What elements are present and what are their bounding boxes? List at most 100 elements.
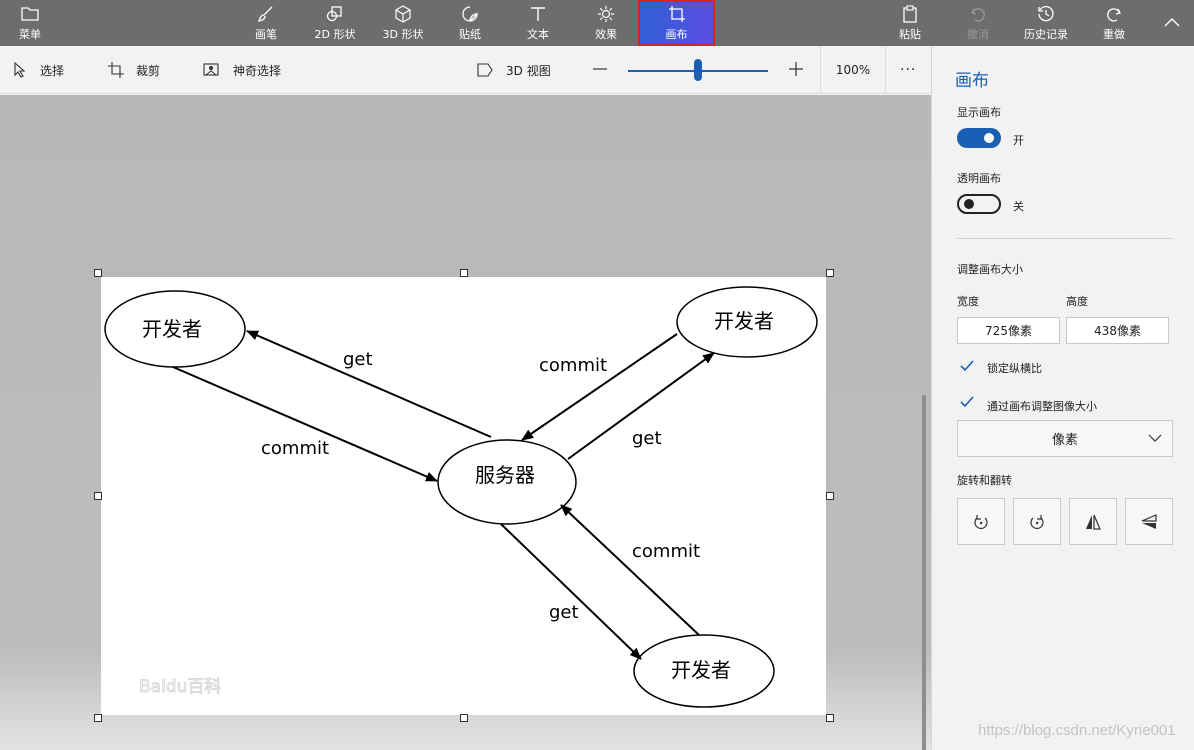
tool-sticker-label: 贴纸 — [459, 28, 481, 41]
rotate-right-icon — [1030, 514, 1044, 529]
arrow-server-to-dev-bottom — [500, 523, 642, 660]
arrow-dev-bottom-to-server — [560, 504, 700, 636]
undo-label: 撤消 — [967, 28, 989, 41]
history-label: 历史记录 — [1024, 28, 1068, 41]
arrow-server-to-dev-top-left — [246, 330, 492, 438]
resize-handle-right[interactable] — [826, 492, 834, 500]
resize-handle-bottom-right[interactable] — [826, 714, 834, 722]
cursor-icon — [12, 62, 28, 78]
unit-value: 像素 — [1051, 433, 1078, 448]
resize-handle-top-right[interactable] — [826, 269, 834, 277]
crop-label: 裁剪 — [136, 63, 161, 78]
transparent-canvas-state: 关 — [1013, 200, 1024, 213]
zoom-in-button[interactable] — [788, 46, 804, 94]
history-button[interactable]: 历史记录 — [1018, 0, 1074, 46]
undo-button[interactable]: 撤消 — [960, 0, 996, 46]
menu-label: 菜单 — [19, 28, 41, 41]
flip-horizontal-button[interactable] — [1125, 498, 1173, 545]
tool-3d-shapes-label: 3D 形状 — [382, 28, 424, 41]
tool-2d-shapes-button[interactable]: 2D 形状 — [308, 0, 362, 46]
tool-brush-button[interactable]: 画笔 — [243, 0, 289, 46]
tool-3d-shapes-button[interactable]: 3D 形状 — [376, 0, 430, 46]
lock-ratio-label: 锁定纵横比 — [987, 362, 1042, 375]
edge-label-commit: commit — [539, 355, 607, 376]
view-3d-icon — [476, 62, 494, 78]
tool-sticker-button[interactable]: 贴纸 — [448, 0, 492, 46]
arrow-dev-top-right-to-server — [521, 333, 678, 441]
vertical-scrollbar[interactable] — [922, 395, 926, 750]
canvas-panel: 画布 显示画布 开 透明画布 关 调整画布大小 宽度 高度 725像素 438像… — [931, 46, 1194, 750]
resize-handle-left[interactable] — [94, 492, 102, 500]
folder-icon — [21, 4, 39, 24]
sticker-icon — [461, 4, 479, 24]
show-canvas-state: 开 — [1013, 134, 1024, 147]
top-toolbar: 菜单 画笔 2D 形状 3D 形状 贴纸 文本 效果 画布 粘贴 撤消 历史记录… — [0, 0, 1194, 46]
unit-dropdown[interactable]: 像素 — [957, 420, 1173, 457]
git-diagram: 开发者 开发者 服务器 开发者 get commit commit get co… — [104, 286, 818, 708]
zoom-slider-thumb[interactable] — [694, 59, 702, 81]
rotate-left-icon — [974, 514, 988, 529]
magic-select-button[interactable]: 神奇选择 — [203, 46, 281, 94]
transparent-canvas-toggle[interactable] — [957, 194, 1001, 214]
paste-label: 粘贴 — [899, 28, 921, 41]
flip-vertical-button[interactable] — [1069, 498, 1117, 545]
tool-brush-label: 画笔 — [255, 28, 277, 41]
toggle-knob — [964, 199, 974, 209]
redo-button[interactable]: 重做 — [1096, 0, 1132, 46]
tool-effects-button[interactable]: 效果 — [584, 0, 628, 46]
more-options-button[interactable]: ··· — [900, 46, 916, 94]
show-canvas-toggle[interactable] — [957, 128, 1001, 148]
resize-handle-bottom[interactable] — [460, 714, 468, 722]
height-input[interactable]: 438像素 — [1066, 317, 1169, 344]
tool-text-button[interactable]: 文本 — [516, 0, 560, 46]
sub-toolbar: 选择 裁剪 神奇选择 3D 视图 100% ··· — [0, 46, 931, 94]
node-developer-top-right: 开发者 — [676, 286, 818, 358]
tool-canvas-label: 画布 — [665, 28, 688, 41]
cube-3d-icon — [394, 4, 412, 24]
node-label: 服务器 — [475, 463, 535, 487]
checkmark-icon — [960, 360, 974, 372]
show-canvas-label: 显示画布 — [957, 106, 1001, 119]
crop-button[interactable]: 裁剪 — [108, 46, 160, 94]
shapes-2d-icon — [326, 4, 344, 24]
edge-label-get: get — [632, 428, 662, 449]
baidu-watermark: Baidu百科 — [139, 677, 221, 697]
lock-ratio-checkbox[interactable] — [957, 356, 977, 376]
node-label: 开发者 — [671, 658, 731, 682]
view-3d-button[interactable]: 3D 视图 — [476, 46, 551, 94]
zoom-out-button[interactable] — [592, 46, 608, 94]
height-label: 高度 — [1066, 295, 1088, 308]
redo-icon — [1105, 4, 1123, 24]
zoom-percent[interactable]: 100% — [820, 46, 886, 94]
width-label: 宽度 — [957, 295, 979, 308]
paste-button[interactable]: 粘贴 — [892, 0, 928, 46]
flip-vertical-icon — [1086, 514, 1101, 530]
resize-handle-top[interactable] — [460, 269, 468, 277]
menu-button[interactable]: 菜单 — [8, 0, 52, 46]
node-developer-bottom: 开发者 — [633, 634, 775, 708]
tool-canvas-button[interactable]: 画布 — [638, 0, 715, 46]
transparent-canvas-label: 透明画布 — [957, 172, 1001, 185]
node-label: 开发者 — [714, 309, 774, 333]
effects-sun-icon — [597, 4, 615, 24]
csdn-watermark: https://blog.csdn.net/Kyrie001 — [978, 722, 1176, 739]
resize-image-checkbox[interactable] — [957, 392, 977, 412]
toggle-knob — [984, 133, 994, 143]
canvas-crop-icon — [668, 4, 686, 24]
rotate-left-button[interactable] — [957, 498, 1005, 545]
width-input[interactable]: 725像素 — [957, 317, 1060, 344]
resize-canvas-label: 调整画布大小 — [957, 263, 1023, 276]
resize-handle-bottom-left[interactable] — [94, 714, 102, 722]
rotate-right-button[interactable] — [1013, 498, 1061, 545]
chevron-down-icon — [1148, 434, 1162, 442]
edge-label-commit: commit — [261, 438, 329, 459]
magic-select-label: 神奇选择 — [233, 63, 282, 78]
select-button[interactable]: 选择 — [12, 46, 64, 94]
tool-2d-shapes-label: 2D 形状 — [314, 28, 356, 41]
crop-icon — [108, 62, 124, 78]
drawing-canvas[interactable]: 开发者 开发者 服务器 开发者 get commit commit get co… — [101, 277, 826, 715]
resize-handle-top-left[interactable] — [94, 269, 102, 277]
collapse-button[interactable] — [1160, 0, 1184, 46]
brush-icon — [257, 4, 275, 24]
panel-title: 画布 — [955, 71, 989, 91]
